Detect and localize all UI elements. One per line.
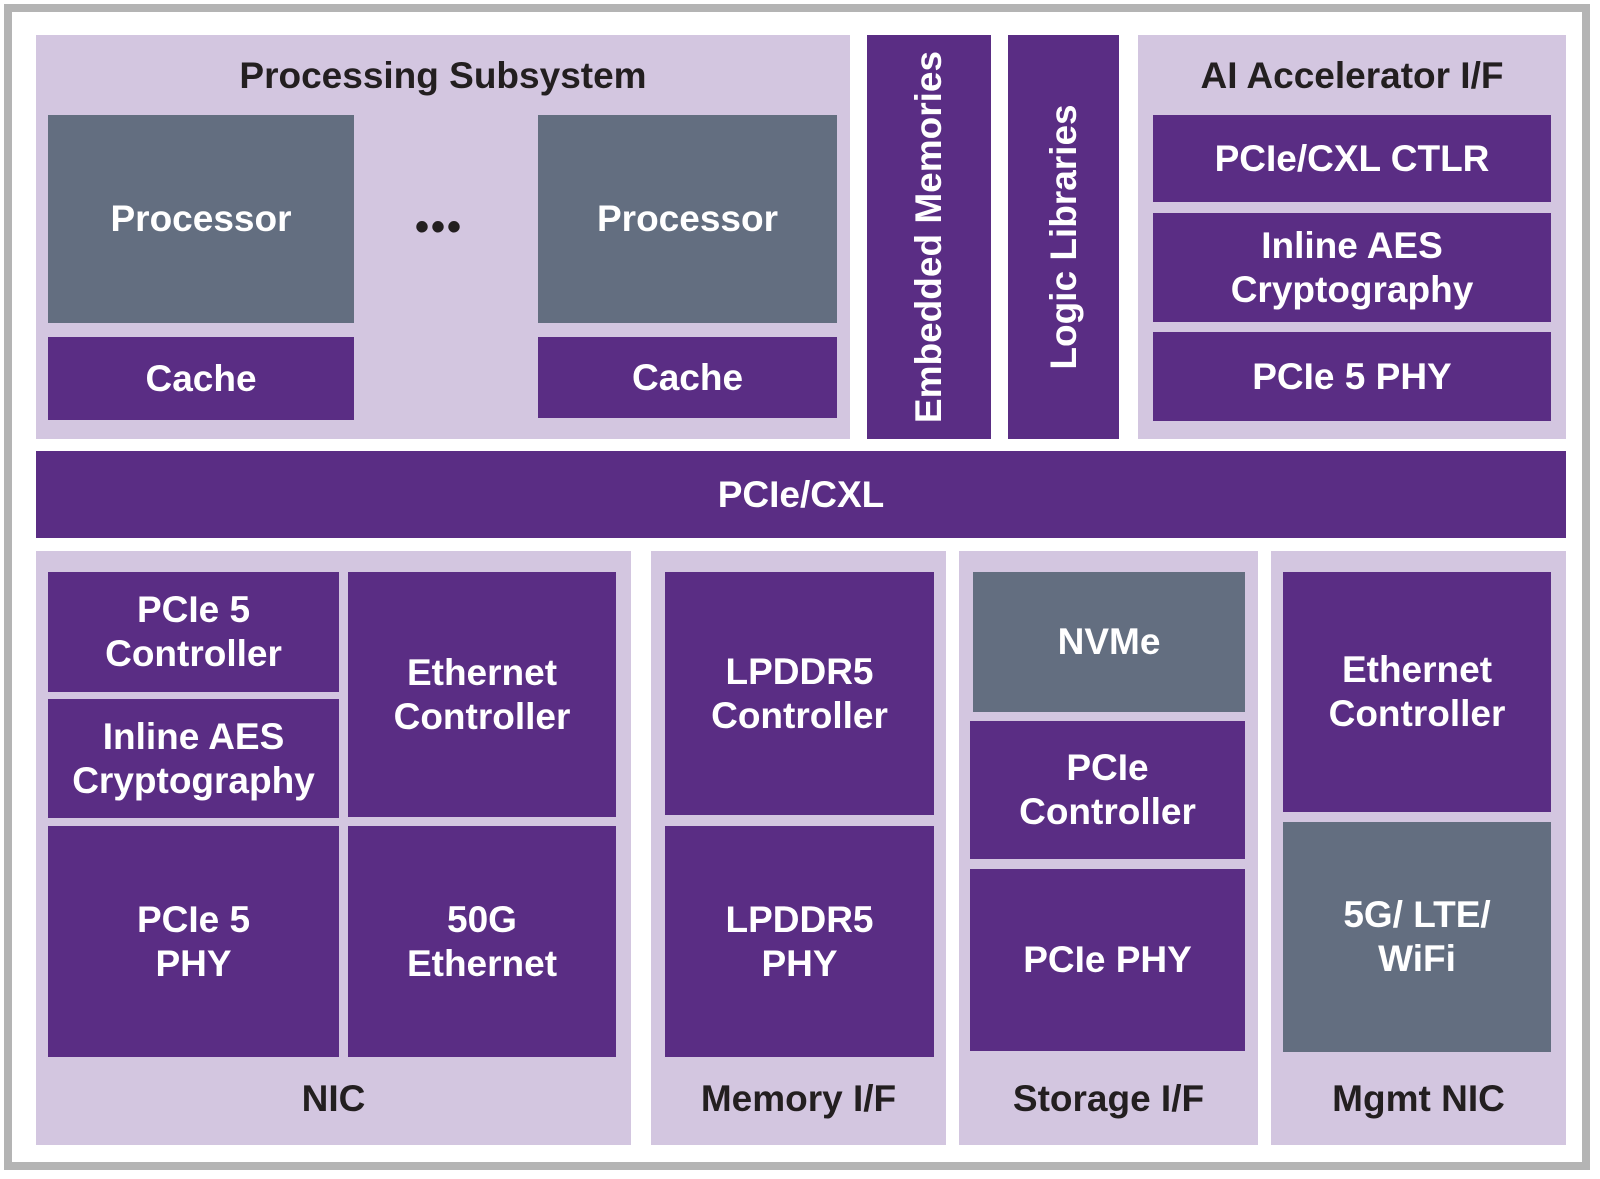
cache-block-1: Cache: [48, 337, 354, 420]
nic-ethernet-controller-block: Ethernet Controller: [348, 572, 616, 817]
nic-inline-aes-block: Inline AES Cryptography: [48, 699, 339, 818]
mgmt-ethernet-controller-block: Ethernet Controller: [1283, 572, 1551, 812]
nic-50g-ethernet-block: 50G Ethernet: [348, 826, 616, 1057]
ai-accelerator-title: AI Accelerator I/F: [1200, 55, 1504, 96]
nic-title: NIC: [301, 1078, 366, 1119]
pcie-cxl-bus: PCIe/CXL: [36, 451, 1566, 538]
logic-libraries-label: Logic Libraries: [1042, 104, 1084, 370]
embedded-memories-block: Embedded Memories: [867, 35, 991, 439]
5g-lte-wifi-block: 5G/ LTE/ WiFi: [1283, 822, 1551, 1052]
inline-aes-block: Inline AES Cryptography: [1153, 213, 1551, 322]
pcie5-phy-block: PCIe 5 PHY: [1153, 332, 1551, 421]
nvme-block: NVMe: [973, 572, 1245, 712]
embedded-memories-label: Embedded Memories: [908, 50, 949, 424]
ellipsis-icon: •••: [415, 205, 464, 249]
cache-block-2: Cache: [538, 337, 837, 418]
memory-if-title: Memory I/F: [700, 1078, 897, 1119]
nic-pcie5-controller-block: PCIe 5 Controller: [48, 572, 339, 692]
processor-block-2: Processor: [538, 115, 837, 323]
processing-subsystem-title: Processing Subsystem: [239, 55, 647, 96]
processor-block-1: Processor: [48, 115, 354, 323]
mgmt-nic-title: Mgmt NIC: [1332, 1078, 1505, 1119]
lpddr5-phy-block: LPDDR5 PHY: [665, 826, 934, 1057]
storage-pcie-phy-block: PCIe PHY: [970, 869, 1245, 1051]
storage-if-title: Storage I/F: [1012, 1078, 1205, 1119]
storage-pcie-controller-block: PCIe Controller: [970, 721, 1245, 859]
nic-pcie5-phy-block: PCIe 5 PHY: [48, 826, 339, 1057]
logic-libraries-block: Logic Libraries: [1008, 35, 1119, 439]
lpddr5-controller-block: LPDDR5 Controller: [665, 572, 934, 815]
pcie-cxl-ctlr-block: PCIe/CXL CTLR: [1153, 115, 1551, 202]
